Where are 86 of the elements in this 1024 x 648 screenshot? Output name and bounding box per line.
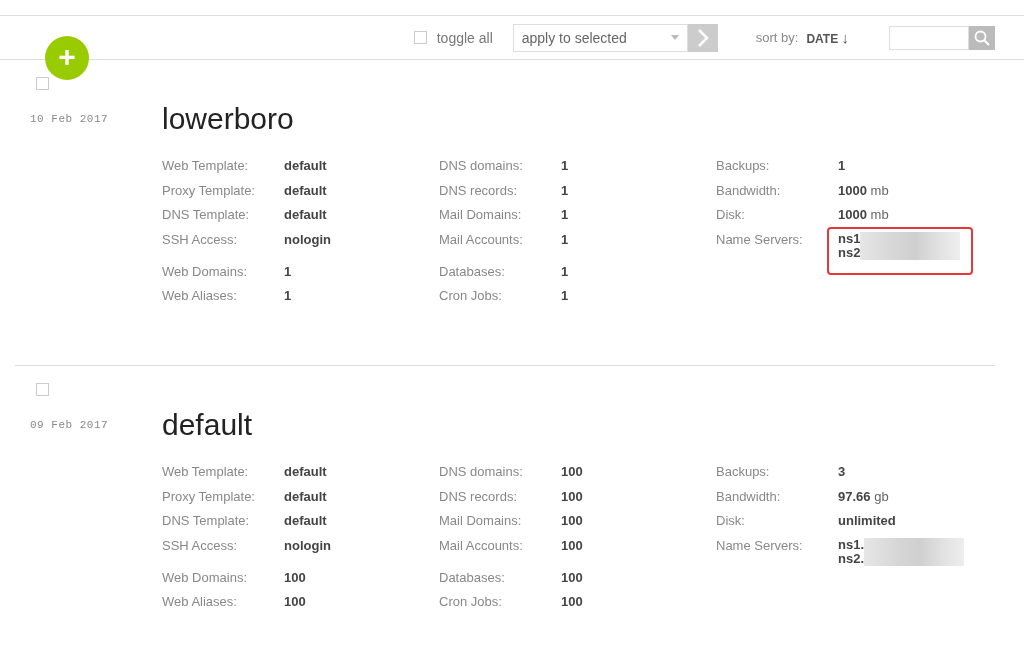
package-date: 09 Feb 2017 — [30, 419, 110, 431]
package-date: 10 Feb 2017 — [30, 113, 110, 125]
stat-label: Proxy Template: — [162, 488, 256, 504]
name-server-value: ns2 — [838, 246, 861, 261]
stat-label: Disk: — [716, 207, 746, 223]
stat-label: Disk: — [716, 513, 746, 529]
search-field[interactable] — [889, 25, 969, 50]
stat-value: default — [284, 207, 327, 223]
stat-label: Web Template: — [162, 158, 250, 173]
stat-label: DNS Template: — [162, 513, 251, 529]
stat-value: 1 — [561, 182, 569, 198]
stat-label: Web Domains: — [162, 569, 248, 585]
stat-value: nologin — [284, 538, 331, 554]
toggle-all-checkbox[interactable] — [413, 31, 427, 44]
stat-value: 1 — [284, 263, 292, 279]
stat-label: Proxy Template: — [162, 182, 256, 198]
stat-value: default — [284, 464, 327, 479]
stat-value: 100 — [561, 594, 583, 610]
stat-label: Name Servers: — [716, 538, 804, 556]
stat-label: Mail Accounts: — [439, 232, 524, 248]
stat-label: Web Domains: — [162, 263, 248, 279]
stat-value: 100 — [561, 538, 583, 554]
stat-value: 1 — [561, 232, 569, 248]
stat-value: default — [284, 182, 327, 198]
stat-value: 100 — [284, 569, 306, 585]
stat-value: 3 — [838, 464, 846, 479]
stat-value: default — [284, 513, 327, 529]
stat-label: DNS domains: — [439, 158, 524, 173]
search-icon — [974, 29, 990, 46]
stat-value: 1 — [561, 288, 569, 304]
stat-value: default — [284, 488, 327, 504]
stat-value: 100 — [561, 513, 583, 529]
stat-value: 100 — [284, 594, 306, 610]
package-name: lowerboro — [162, 102, 294, 136]
stat-label: SSH Access: — [162, 538, 239, 554]
stat-value: unlimited — [838, 513, 896, 529]
stat-label: Databases: — [439, 263, 506, 279]
name-server-value: ns1. — [838, 538, 864, 553]
name-server-value: ns2. — [838, 552, 864, 567]
unit-label: mb — [870, 182, 889, 198]
stat-label: SSH Access: — [162, 232, 239, 248]
package-checkbox[interactable] — [36, 383, 49, 396]
toggle-all-label[interactable]: toggle all — [436, 29, 493, 46]
search-button[interactable] — [969, 25, 995, 50]
stat-label: Web Template: — [162, 464, 250, 479]
stat-value: 100 — [561, 464, 583, 479]
stat-value: 1 — [561, 263, 569, 279]
stat-value: 97.66 — [838, 488, 871, 504]
stat-label: Name Servers: — [716, 232, 804, 250]
name-server-value: ns1 — [838, 232, 861, 247]
stat-value: nologin — [284, 232, 331, 248]
stat-value: 1 — [561, 207, 569, 223]
stat-value: 1 — [284, 288, 292, 304]
stat-value: 1 — [561, 158, 569, 173]
stat-label: Cron Jobs: — [439, 594, 503, 610]
caret-icon — [670, 35, 679, 40]
sort-label: sort by: — [755, 30, 799, 45]
stat-label: DNS domains: — [439, 464, 524, 479]
unit-label: gb — [874, 488, 889, 504]
stat-value: 1000 — [838, 207, 867, 223]
unit-label: mb — [870, 207, 889, 223]
stat-label: Cron Jobs: — [439, 288, 503, 304]
package-name: default — [162, 408, 253, 442]
stat-label: Databases: — [439, 569, 506, 585]
sort-button[interactable]: DATE ↓ — [806, 29, 849, 46]
stat-label: Mail Accounts: — [439, 538, 524, 554]
chevron-right-icon — [696, 28, 709, 47]
stat-label: DNS records: — [439, 182, 519, 198]
stat-label: Web Aliases: — [162, 288, 238, 304]
action-dropdown[interactable]: apply to selected — [512, 23, 688, 52]
stat-label: Web Aliases: — [162, 594, 238, 610]
stat-label: Bandwidth: — [716, 488, 782, 504]
package-checkbox[interactable] — [36, 77, 49, 90]
stat-label: Backups: — [716, 464, 771, 479]
stat-label: Bandwidth: — [716, 182, 782, 198]
apply-button[interactable] — [687, 23, 718, 52]
stat-value: 1000 — [838, 182, 867, 198]
stat-label: Mail Domains: — [439, 513, 523, 529]
stat-label: DNS Template: — [162, 207, 251, 223]
stat-value: 1 — [838, 158, 846, 173]
stat-value: 100 — [561, 569, 583, 585]
stat-label: Mail Domains: — [439, 207, 523, 223]
stat-label: Backups: — [716, 158, 771, 173]
stat-value: default — [284, 158, 327, 173]
stat-value: 100 — [561, 488, 583, 504]
stat-label: DNS records: — [439, 488, 519, 504]
